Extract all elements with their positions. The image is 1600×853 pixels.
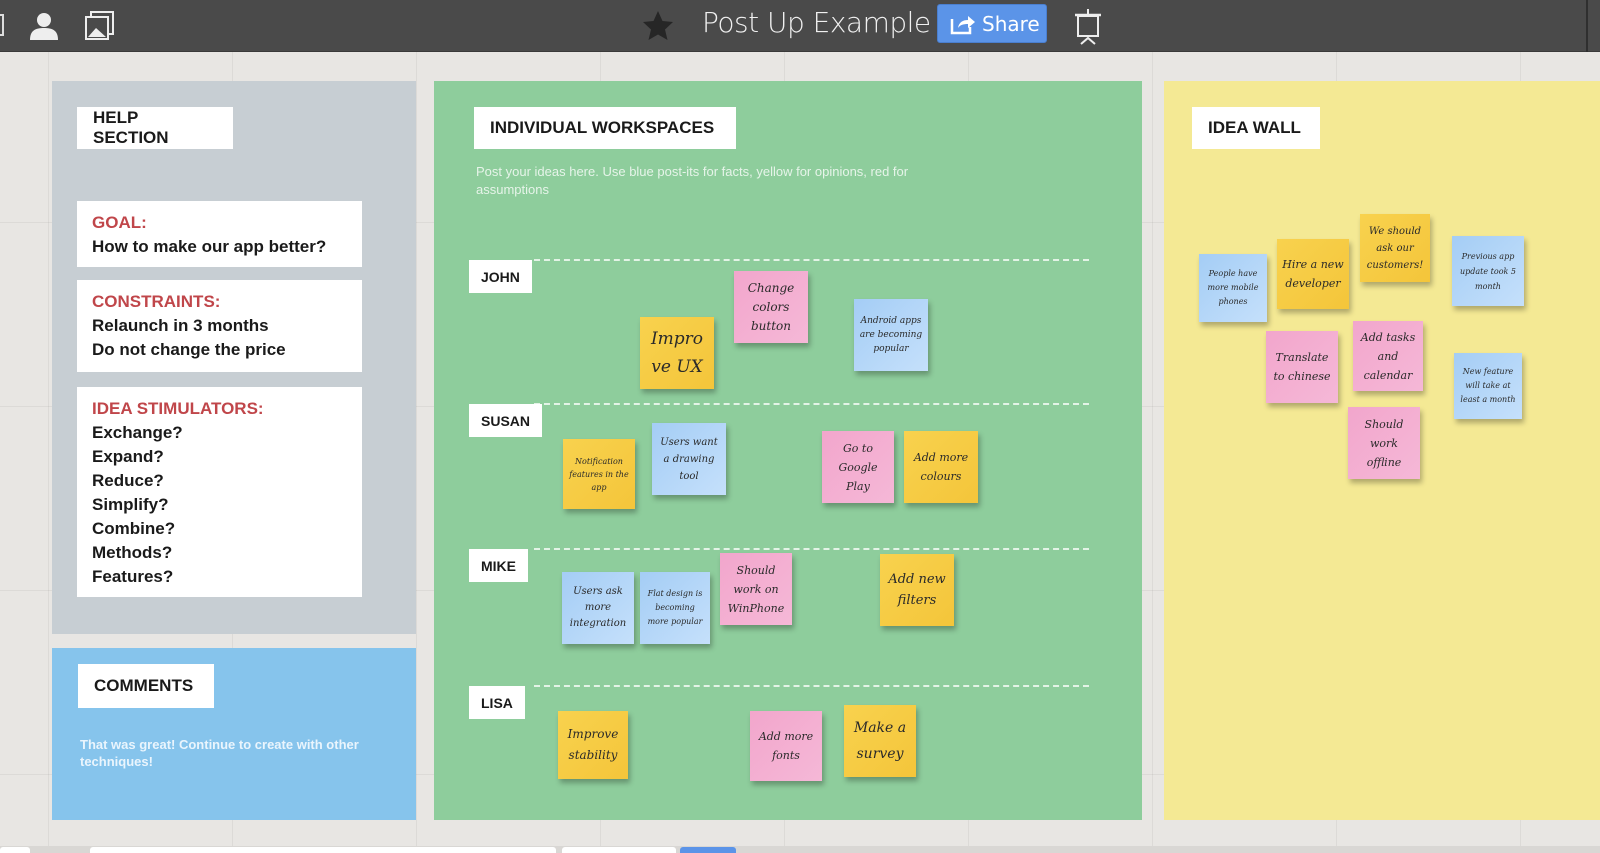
scrollbar-segment: [562, 847, 676, 853]
scrollbar-segment: [0, 847, 30, 853]
stimulator-item: Combine?: [92, 519, 176, 538]
goal-text: How to make our app better?: [92, 237, 327, 256]
stimulator-item: Methods?: [92, 543, 173, 562]
sticky-note[interactable]: Should work offline: [1348, 407, 1420, 479]
help-section-title: HELP SECTION: [77, 107, 233, 149]
lane-label-lisa: LISA: [469, 686, 525, 719]
scrollbar-indicator[interactable]: [680, 847, 736, 853]
sticky-note[interactable]: Flat design is becoming more popular: [640, 572, 710, 644]
sticky-note[interactable]: Add new filters: [880, 554, 954, 626]
constraints-card: CONSTRAINTS: Relaunch in 3 months Do not…: [77, 280, 362, 372]
idea-stimulators-card: IDEA STIMULATORS: Exchange? Expand? Redu…: [77, 387, 362, 597]
sticky-note[interactable]: Should work on WinPhone: [720, 553, 792, 625]
top-toolbar: Post Up Example Share: [0, 0, 1600, 52]
horizontal-scrollbar[interactable]: [0, 846, 1600, 853]
lane-label-mike: MIKE: [469, 549, 528, 582]
user-icon[interactable]: [26, 8, 62, 44]
sticky-note[interactable]: Change colors button: [734, 271, 808, 343]
sticky-note[interactable]: Improve stability: [558, 711, 628, 779]
comments-title: COMMENTS: [78, 664, 214, 708]
sticky-note[interactable]: Users ask more integration: [562, 572, 634, 644]
sticky-note[interactable]: Users want a drawing tool: [652, 423, 726, 495]
sticky-note[interactable]: New feature will take at least a month: [1454, 353, 1522, 419]
scrollbar-thumb[interactable]: [90, 847, 556, 853]
star-icon[interactable]: [640, 8, 676, 44]
lane-label-john: JOHN: [469, 260, 532, 293]
comment-text[interactable]: That was great! Continue to create with …: [80, 736, 380, 770]
toolbar-divider: [1586, 0, 1588, 52]
sticky-note[interactable]: People have more mobile phones: [1199, 254, 1267, 322]
share-icon: [950, 15, 975, 34]
sticky-note[interactable]: Add tasks and calendar: [1353, 321, 1423, 391]
sticky-note[interactable]: Previous app update took 5 month: [1452, 236, 1524, 306]
comments-frame: COMMENTS That was great! Continue to cre…: [52, 648, 416, 820]
stimulator-item: Exchange?: [92, 423, 183, 442]
sticky-note[interactable]: Add more colours: [904, 431, 978, 503]
sticky-note[interactable]: Hire a new developer: [1277, 239, 1349, 309]
presentation-icon[interactable]: [1070, 8, 1106, 45]
gallery-icon[interactable]: [82, 8, 118, 44]
constraint-item: Relaunch in 3 months: [92, 316, 269, 335]
lane-divider: [534, 685, 1089, 687]
lane-divider: [534, 259, 1089, 261]
sticky-note[interactable]: Make a survey: [844, 705, 916, 777]
stimulator-item: Reduce?: [92, 471, 164, 490]
constraint-item: Do not change the price: [92, 340, 286, 359]
sticky-note[interactable]: Go to Google Play: [822, 431, 894, 503]
workspaces-hint: Post your ideas here. Use blue post-its …: [476, 164, 909, 197]
stimulator-item: Simplify?: [92, 495, 169, 514]
board-title[interactable]: Post Up Example: [702, 6, 931, 39]
goal-card: GOAL: How to make our app better?: [77, 201, 362, 267]
sticky-note[interactable]: Impro ve UX: [640, 317, 714, 389]
idea-wall-title: IDEA WALL: [1192, 107, 1320, 149]
lane-divider: [534, 403, 1089, 405]
lane-divider: [534, 548, 1089, 550]
sticky-note[interactable]: Add more fonts: [750, 711, 822, 781]
sidebar-toggle-icon[interactable]: [0, 14, 4, 36]
stimulator-item: Features?: [92, 567, 174, 586]
sticky-note[interactable]: Android apps are becoming popular: [854, 299, 928, 371]
stimulator-item: Expand?: [92, 447, 164, 466]
share-button[interactable]: Share: [937, 4, 1047, 43]
goal-heading: GOAL:: [92, 213, 147, 232]
workspaces-title: INDIVIDUAL WORKSPACES: [474, 107, 736, 149]
share-label: Share: [982, 11, 1040, 36]
idea-wall-frame: IDEA WALL People have more mobile phones…: [1164, 81, 1600, 820]
individual-workspaces-frame: INDIVIDUAL WORKSPACES Post your ideas he…: [434, 81, 1142, 820]
sticky-note[interactable]: Translate to chinese: [1266, 331, 1338, 403]
stimulators-heading: IDEA STIMULATORS:: [92, 399, 264, 418]
constraints-heading: CONSTRAINTS:: [92, 292, 221, 311]
sticky-note[interactable]: Notification features in the app: [563, 439, 635, 509]
help-section-frame: HELP SECTION GOAL: How to make our app b…: [52, 81, 416, 634]
sticky-note[interactable]: We should ask our customers!: [1360, 214, 1430, 282]
lane-label-susan: SUSAN: [469, 404, 543, 437]
